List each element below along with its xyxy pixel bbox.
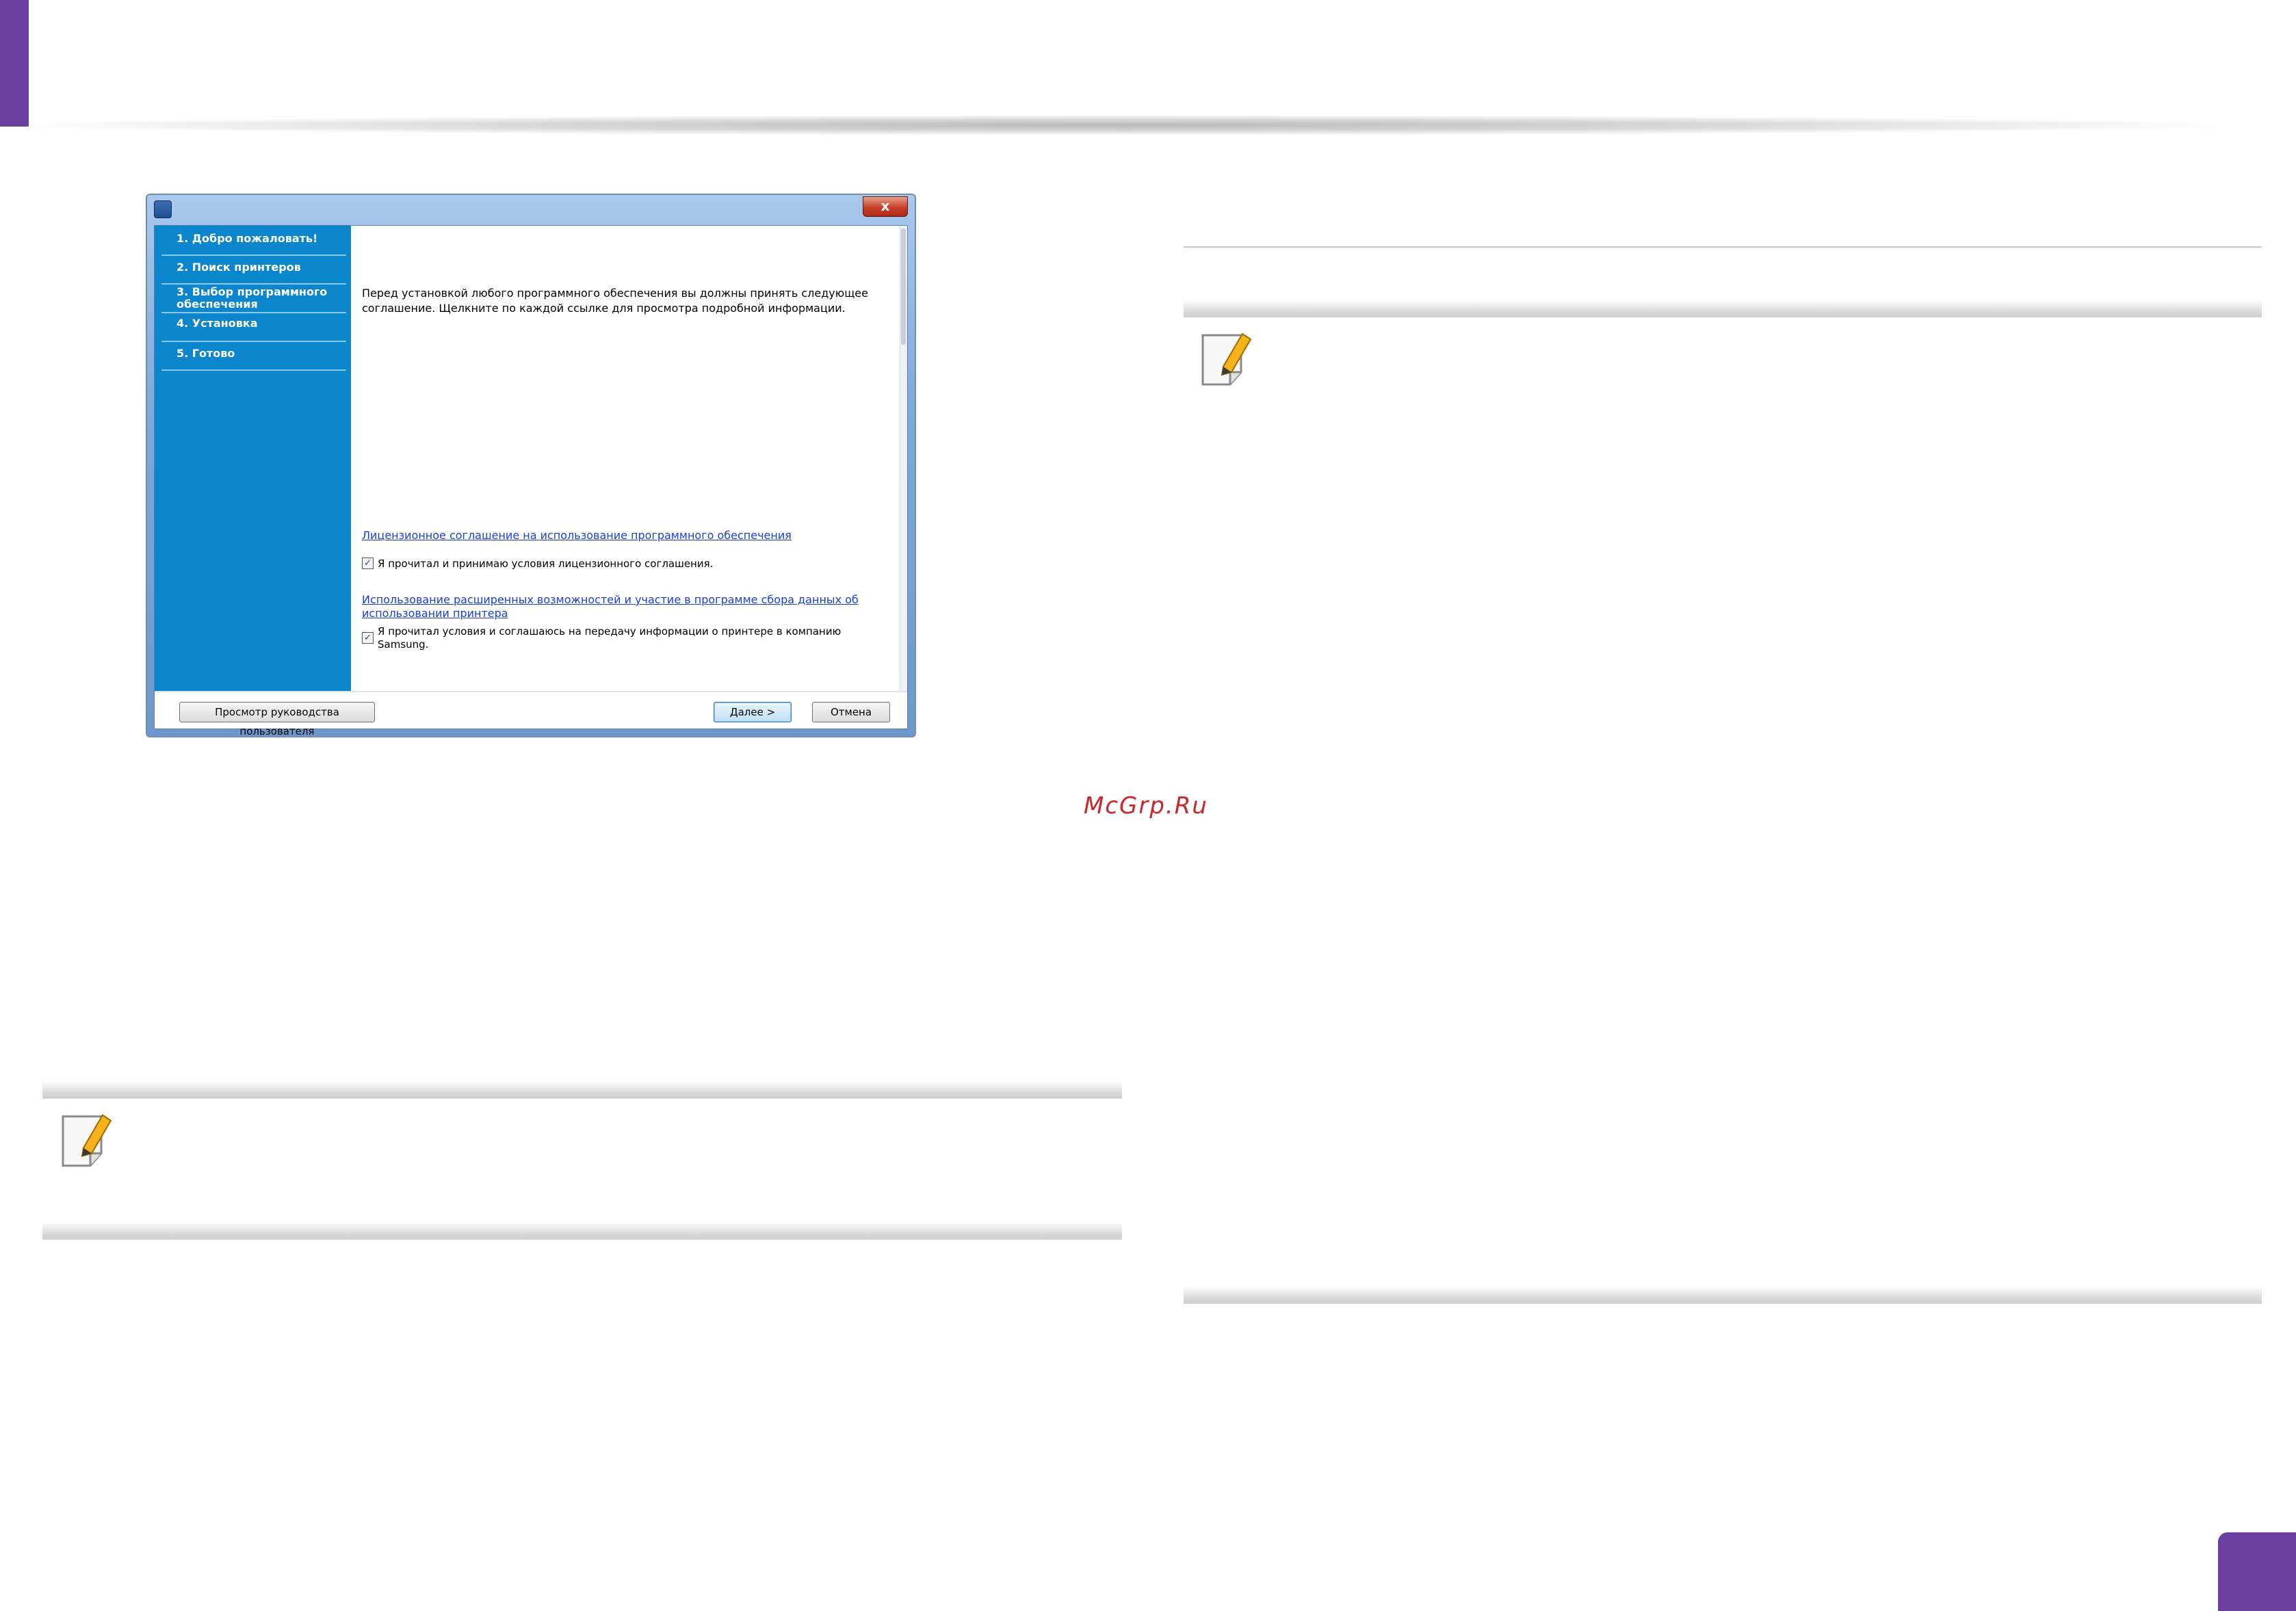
license-checkbox[interactable]: ✓ [362, 558, 374, 569]
usage-checkbox[interactable]: ✓ [362, 632, 374, 644]
step-done: 5. Готово [161, 348, 346, 371]
usage-checkbox-label: Я прочитал условия и соглашаюсь на перед… [378, 625, 842, 651]
page-number-tab [2218, 1532, 2296, 1611]
note-bottom-band-left [42, 1222, 1122, 1240]
note-top-band-left [42, 1081, 1122, 1099]
usage-program-link[interactable]: Использование расширенных возможностей и… [362, 593, 882, 620]
step-welcome: 1. Добро пожаловать! [161, 233, 346, 256]
close-button[interactable]: x [863, 196, 908, 217]
chapter-tab [0, 0, 29, 127]
license-checkbox-row[interactable]: ✓ Я прочитал и принимаю условия лицензион… [362, 558, 882, 571]
user-guide-button[interactable]: Просмотр руководства пользователя [179, 702, 375, 737]
license-agreement-link[interactable]: Лицензионное соглашение на использование… [362, 529, 882, 542]
note-top-band-right [1184, 300, 2262, 317]
note-pencil-icon [62, 1114, 112, 1167]
cancel-button[interactable]: Отмена [812, 702, 890, 722]
installer-window: x 1. Добро пожаловать! 2. Поиск принтеро… [146, 194, 916, 737]
agreement-panel: Перед установкой любого программного обе… [351, 226, 907, 691]
installer-client-area: 1. Добро пожаловать! 2. Поиск принтеров … [154, 225, 908, 737]
title-bar: x [147, 195, 915, 224]
license-checkbox-label: Я прочитал и принимаю условия лицензионн… [378, 558, 714, 570]
header-rule [27, 115, 2217, 135]
content-scrollbar[interactable] [900, 226, 907, 691]
step-install: 4. Установка [161, 317, 346, 342]
next-button[interactable]: Далее > [714, 702, 792, 722]
scroll-thumb[interactable] [901, 228, 906, 345]
usage-checkbox-row[interactable]: ✓ Я прочитал условия и соглашаюсь на пере… [362, 625, 882, 651]
steps-sidebar: 1. Добро пожаловать! 2. Поиск принтеров … [155, 226, 351, 691]
installer-app-icon [154, 200, 172, 218]
intro-text: Перед установкой любого программного обе… [362, 287, 868, 315]
step-software-select: 3. Выбор программного обеспечения [161, 286, 346, 313]
dialog-footer: Просмотр руководства пользователя Далее … [155, 691, 907, 737]
watermark: McGrp.Ru [1084, 792, 1208, 820]
note-pencil-icon [1201, 332, 1252, 386]
step-printer-search: 2. Поиск принтеров [161, 261, 346, 285]
section-divider [1184, 246, 2262, 248]
note-bottom-band-right [1184, 1286, 2262, 1304]
